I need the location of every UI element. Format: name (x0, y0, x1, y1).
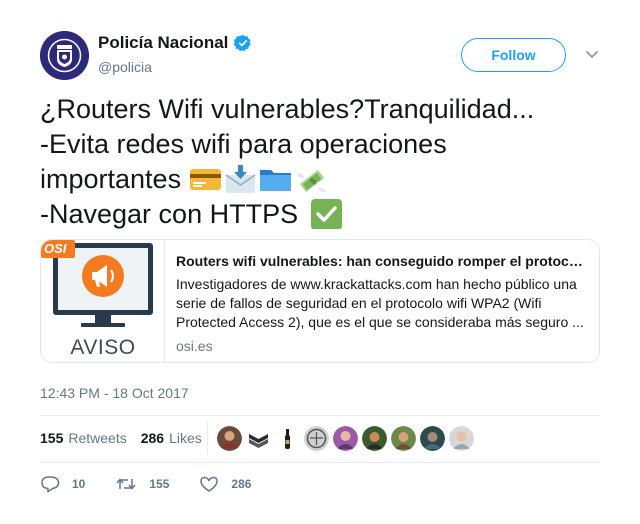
divider-bottom (40, 462, 600, 463)
liker-avatar[interactable] (246, 426, 271, 451)
chevron-down-icon[interactable] (584, 48, 600, 62)
card-body[interactable]: Routers wifi vulnerables: han conseguido… (165, 240, 599, 362)
follow-button[interactable]: Follow (461, 38, 566, 72)
likes-stat[interactable]: 286 Likes (141, 430, 202, 446)
liker-avatar[interactable] (304, 426, 329, 451)
author-name-text[interactable]: Policía Nacional (98, 33, 228, 53)
divider-top (40, 415, 600, 416)
likes-count: 286 (140, 430, 165, 446)
tweet-line-3-text: importantes (40, 164, 182, 194)
tweet-line-1: ¿Routers Wifi vulnerables?Tranquilidad..… (40, 94, 535, 124)
author-avatar[interactable] (40, 31, 89, 80)
author-name[interactable]: Policía Nacional (98, 33, 252, 53)
tweet-line-2: -Evita redes wifi para operaciones (40, 129, 447, 159)
tweet: Policía Nacional @policia Follow ¿Router… (0, 0, 640, 524)
liker-avatar[interactable] (275, 426, 300, 451)
retweet-icon (116, 478, 136, 490)
card-image-badge: OSI (44, 241, 67, 256)
likes-label: Likes (169, 430, 202, 446)
liker-avatars (217, 426, 478, 451)
heart-icon (200, 476, 219, 492)
card-image[interactable]: OSI AVISO (41, 240, 165, 362)
money-with-wings-emoji-icon: $ (296, 170, 326, 193)
like-count: 286 (231, 477, 252, 491)
tweet-line-3: importantes $ (40, 162, 610, 197)
card-title[interactable]: Routers wifi vulnerables: han conseguido… (176, 252, 584, 270)
liker-avatar[interactable] (333, 426, 358, 451)
reply-icon (41, 476, 60, 493)
retweet-button[interactable]: 155 (115, 475, 169, 493)
file-folder-emoji-icon (259, 170, 291, 191)
author-handle[interactable]: @policia (98, 59, 152, 75)
check-mark-button-emoji-icon (310, 199, 342, 229)
liker-avatar[interactable] (217, 426, 242, 451)
like-button[interactable]: 286 (199, 475, 251, 493)
reply-count: 10 (72, 477, 86, 491)
reply-button[interactable]: 10 (40, 475, 85, 493)
liker-avatar[interactable] (391, 426, 416, 451)
liker-avatar[interactable] (449, 426, 474, 451)
retweet-count: 155 (149, 477, 170, 491)
card-description: Investigadores de www.krackattacks.com h… (176, 276, 584, 330)
liker-avatar[interactable] (362, 426, 387, 451)
tweet-text: ¿Routers Wifi vulnerables?Tranquilidad..… (40, 92, 610, 232)
retweets-label: Retweets (68, 430, 127, 446)
tweet-line-4-text: -Navegar con HTTPS (40, 199, 299, 229)
tweet-actions: 10 155 286 (40, 475, 281, 493)
retweets-count: 155 (40, 430, 64, 446)
stats-separator (207, 421, 208, 455)
retweets-stat[interactable]: 155 Retweets (40, 430, 127, 446)
verified-badge-icon (234, 34, 252, 52)
tweet-stats: 155 Retweets 286 Likes (40, 430, 216, 446)
liker-avatar[interactable] (420, 426, 445, 451)
tweet-timestamp[interactable]: 12:43 PM - 18 Oct 2017 (40, 385, 189, 401)
incoming-envelope-emoji-icon (225, 165, 256, 193)
tweet-line-4: -Navegar con HTTPS (40, 197, 610, 232)
credit-card-emoji-icon (189, 169, 221, 190)
card-domain[interactable]: osi.es (176, 338, 587, 354)
card-image-caption: AVISO (70, 336, 136, 359)
link-card[interactable]: OSI AVISO Routers wifi vulnerables: han … (40, 239, 600, 363)
